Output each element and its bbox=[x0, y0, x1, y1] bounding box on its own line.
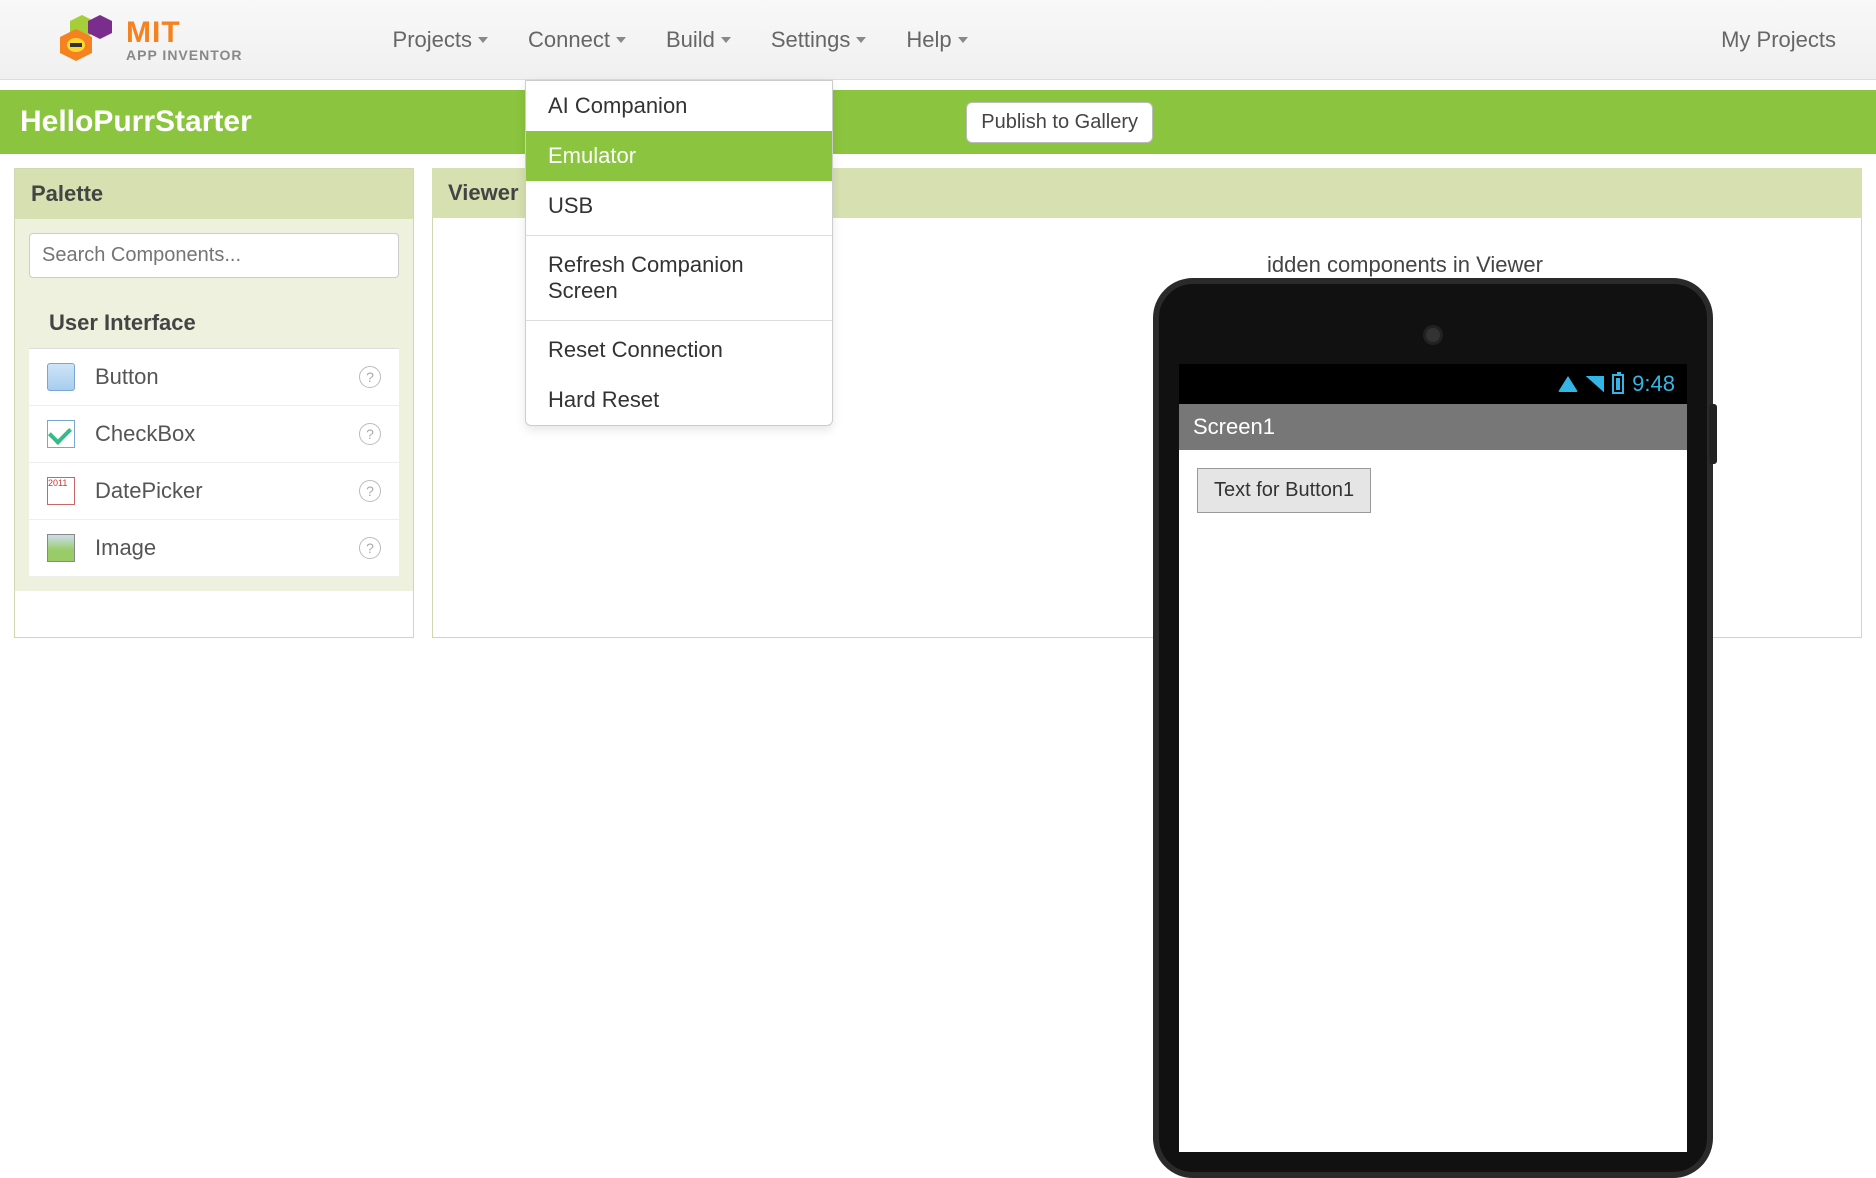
menu-projects[interactable]: Projects bbox=[393, 27, 488, 53]
brand-mit: MIT bbox=[126, 18, 243, 48]
logo[interactable]: MIT APP INVENTOR bbox=[0, 15, 303, 65]
menu-ai-companion[interactable]: AI Companion bbox=[526, 81, 832, 131]
palette-item-image[interactable]: Image ? bbox=[29, 520, 399, 577]
palette-item-label: Image bbox=[95, 535, 359, 561]
project-title: HelloPurrStarter bbox=[20, 105, 252, 139]
palette-section-header[interactable]: User Interface bbox=[29, 298, 399, 348]
app-content: Text for Button1 bbox=[1179, 450, 1687, 531]
logo-icon bbox=[60, 15, 116, 65]
my-projects-link[interactable]: My Projects bbox=[1721, 27, 1856, 53]
menu-settings[interactable]: Settings bbox=[771, 27, 867, 53]
help-icon[interactable]: ? bbox=[359, 423, 381, 445]
caret-icon bbox=[721, 37, 731, 43]
phone-mockup: 9:48 Screen1 Text for Button1 bbox=[1153, 278, 1713, 1178]
wifi-icon bbox=[1558, 376, 1578, 392]
palette-item-label: CheckBox bbox=[95, 421, 359, 447]
caret-icon bbox=[958, 37, 968, 43]
brand-sub: APP INVENTOR bbox=[126, 48, 243, 62]
status-time: 9:48 bbox=[1632, 371, 1675, 397]
menu-emulator[interactable]: Emulator bbox=[526, 131, 832, 181]
palette-item-checkbox[interactable]: CheckBox ? bbox=[29, 406, 399, 463]
app-title-bar: Screen1 bbox=[1179, 404, 1687, 450]
menu-usb[interactable]: USB bbox=[526, 181, 832, 231]
topbar: MIT APP INVENTOR Projects Connect Build … bbox=[0, 0, 1876, 80]
project-bar: HelloPurrStarter Screen1 Publish to Gall… bbox=[0, 90, 1876, 154]
button-icon bbox=[47, 363, 75, 391]
connect-dropdown: AI Companion Emulator USB Refresh Compan… bbox=[525, 80, 833, 426]
palette-header: Palette bbox=[15, 169, 413, 219]
menu-hard-reset[interactable]: Hard Reset bbox=[526, 375, 832, 425]
palette-item-button[interactable]: Button ? bbox=[29, 349, 399, 406]
caret-icon bbox=[478, 37, 488, 43]
help-icon[interactable]: ? bbox=[359, 537, 381, 559]
hidden-components-hint: idden components in Viewer bbox=[1267, 252, 1543, 278]
phone-screen: 9:48 Screen1 Text for Button1 bbox=[1179, 364, 1687, 1152]
publish-button[interactable]: Publish to Gallery bbox=[966, 102, 1153, 143]
caret-icon bbox=[616, 37, 626, 43]
battery-icon bbox=[1612, 374, 1624, 394]
search-input[interactable] bbox=[29, 233, 399, 278]
palette-item-datepicker[interactable]: DatePicker ? bbox=[29, 463, 399, 520]
palette-panel: Palette User Interface Button ? CheckBox… bbox=[14, 168, 414, 638]
menu-build[interactable]: Build bbox=[666, 27, 731, 53]
signal-icon bbox=[1586, 376, 1604, 392]
menu-connect[interactable]: Connect bbox=[528, 27, 626, 53]
status-bar: 9:48 bbox=[1179, 364, 1687, 404]
help-icon[interactable]: ? bbox=[359, 366, 381, 388]
palette-item-label: DatePicker bbox=[95, 478, 359, 504]
topmenu: Projects Connect Build Settings Help bbox=[303, 27, 968, 53]
menu-reset-connection[interactable]: Reset Connection bbox=[526, 325, 832, 375]
menu-refresh-companion[interactable]: Refresh Companion Screen bbox=[526, 240, 832, 316]
divider bbox=[526, 320, 832, 321]
menu-help[interactable]: Help bbox=[906, 27, 967, 53]
datepicker-icon bbox=[47, 477, 75, 505]
caret-icon bbox=[856, 37, 866, 43]
main: Palette User Interface Button ? CheckBox… bbox=[0, 154, 1876, 652]
help-icon[interactable]: ? bbox=[359, 480, 381, 502]
preview-button1[interactable]: Text for Button1 bbox=[1197, 468, 1371, 513]
divider bbox=[526, 235, 832, 236]
checkbox-icon bbox=[47, 420, 75, 448]
image-icon bbox=[47, 534, 75, 562]
phone-speaker bbox=[1426, 328, 1440, 342]
palette-item-label: Button bbox=[95, 364, 359, 390]
phone-side-button bbox=[1709, 404, 1717, 464]
